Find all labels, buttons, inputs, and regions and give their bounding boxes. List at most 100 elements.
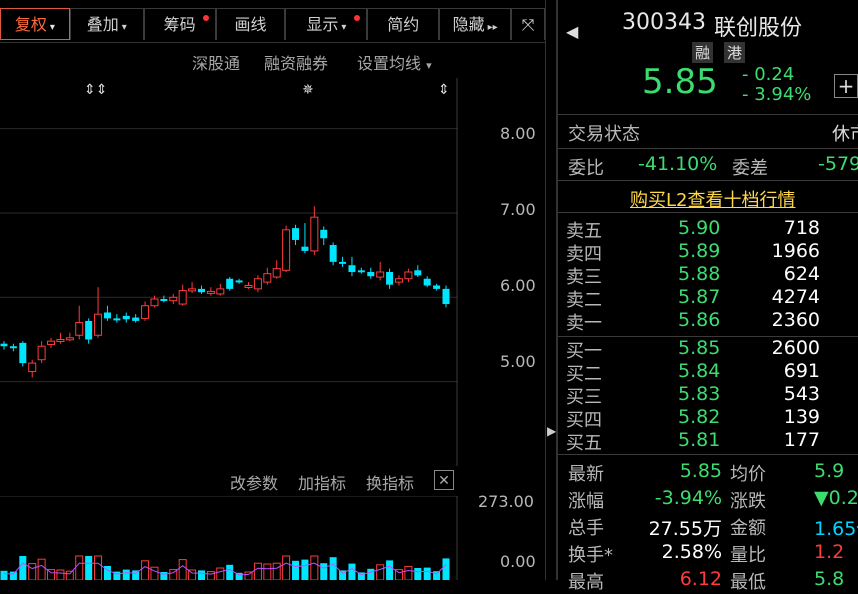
switch-indicator-link[interactable]: 换指标 xyxy=(366,470,414,494)
fullscreen-icon[interactable]: ⤧ xyxy=(511,8,546,40)
collapse-panel-icon[interactable]: ▶ xyxy=(547,424,556,438)
orderbook-row[interactable]: 买四 5.82 139 xyxy=(566,406,858,431)
candle[interactable] xyxy=(394,275,403,286)
orderbook-price: 5.88 xyxy=(678,263,721,285)
candle[interactable] xyxy=(442,285,450,308)
stat-value: 5.85 xyxy=(679,460,722,482)
candle[interactable] xyxy=(301,223,309,254)
orderbook-row[interactable]: 卖二 5.87 4274 xyxy=(566,286,858,311)
candle-body xyxy=(65,337,74,341)
candle-body xyxy=(197,288,205,293)
candle[interactable] xyxy=(56,332,65,344)
candle[interactable] xyxy=(103,305,111,321)
candle-body xyxy=(113,318,121,321)
candle[interactable] xyxy=(65,332,74,342)
candle[interactable] xyxy=(244,282,253,289)
candle[interactable] xyxy=(188,282,197,294)
candle[interactable] xyxy=(37,341,46,364)
candle[interactable] xyxy=(235,278,243,284)
candle[interactable] xyxy=(367,267,375,279)
candle[interactable] xyxy=(404,268,413,283)
volume-chart[interactable] xyxy=(0,496,458,580)
candle[interactable] xyxy=(19,341,27,367)
overlay-button[interactable]: 叠加 ▾ xyxy=(69,8,144,40)
candle[interactable] xyxy=(414,265,422,278)
candle[interactable] xyxy=(282,225,291,272)
add-indicator-link[interactable]: 加指标 xyxy=(298,470,346,494)
hide-button[interactable]: 隐藏 ▸▸ xyxy=(439,8,512,40)
candle[interactable] xyxy=(169,293,178,305)
candle[interactable] xyxy=(357,267,365,274)
back-arrow-icon[interactable]: ◀ xyxy=(566,22,578,41)
candle[interactable] xyxy=(85,318,93,344)
orderbook-row[interactable]: 卖一 5.86 2360 xyxy=(566,309,858,334)
candle[interactable] xyxy=(386,268,394,289)
candle[interactable] xyxy=(113,314,121,323)
candle[interactable] xyxy=(348,256,356,277)
candle[interactable] xyxy=(423,276,431,288)
display-button[interactable]: 显示 ▾ xyxy=(285,8,368,40)
draw-line-button[interactable]: 画线 xyxy=(215,8,286,40)
close-icon[interactable]: ✕ xyxy=(434,470,454,490)
candle[interactable] xyxy=(272,260,281,279)
candle[interactable] xyxy=(206,287,215,296)
add-watchlist-button[interactable]: + xyxy=(834,74,858,98)
candle[interactable] xyxy=(197,285,205,294)
orderbook-row[interactable]: 卖五 5.90 718 xyxy=(566,217,858,242)
adjust-button[interactable]: 复权 ▾ xyxy=(0,8,70,40)
volume-bar xyxy=(404,565,413,580)
stat-label: 涨幅 xyxy=(568,491,604,512)
panel-divider[interactable] xyxy=(545,0,546,580)
candle[interactable] xyxy=(47,337,56,348)
candle[interactable] xyxy=(320,226,328,246)
candle[interactable] xyxy=(216,283,225,296)
event-marker-icon[interactable]: ✵ xyxy=(302,82,314,98)
candle[interactable] xyxy=(339,256,347,267)
edit-params-link[interactable]: 改参数 xyxy=(230,470,278,494)
set-ma-link[interactable]: 设置均线 ▾ xyxy=(357,50,432,74)
shenzhen-connect-link[interactable]: 深股通 xyxy=(192,50,240,74)
orderbook-row[interactable]: 买三 5.83 543 xyxy=(566,383,858,408)
candle[interactable] xyxy=(226,277,234,291)
candle[interactable] xyxy=(376,261,385,281)
chips-button[interactable]: 筹码 xyxy=(143,8,216,40)
orderbook-row[interactable]: 卖四 5.89 1966 xyxy=(566,240,858,265)
candle[interactable] xyxy=(75,305,84,340)
volume-bar xyxy=(433,571,441,580)
candle[interactable] xyxy=(433,283,441,291)
buy-l2-link[interactable]: 购买L2查看十档行情 xyxy=(630,186,795,212)
orderbook-row[interactable]: 买一 5.85 2600 xyxy=(566,337,858,362)
chart-toolbar: 复权 ▾ 叠加 ▾ 筹码 画线 显示 ▾ 简约 隐藏 ▸▸ ⤧ xyxy=(0,8,546,43)
candle-body xyxy=(56,338,65,342)
orderbook-row[interactable]: 卖三 5.88 624 xyxy=(566,263,858,288)
candle[interactable] xyxy=(94,287,103,338)
candle[interactable] xyxy=(9,343,17,352)
candle[interactable] xyxy=(122,312,130,323)
margin-trading-link[interactable]: 融资融券 xyxy=(264,50,328,74)
candle[interactable] xyxy=(253,275,262,293)
candle[interactable] xyxy=(28,359,37,378)
candle[interactable] xyxy=(292,224,300,246)
event-marker-icon[interactable]: ⇕⇕ xyxy=(84,82,107,98)
event-marker-icon[interactable]: ⇕ xyxy=(438,82,450,98)
volume-bar xyxy=(216,567,225,580)
candle[interactable] xyxy=(263,267,272,285)
candle[interactable] xyxy=(160,295,168,303)
notification-dot-icon xyxy=(202,15,209,21)
orderbook-row[interactable]: 买五 5.81 177 xyxy=(566,429,858,454)
orderbook-price: 5.87 xyxy=(678,286,721,308)
candle[interactable] xyxy=(132,314,140,323)
candle[interactable] xyxy=(310,206,319,256)
kline-chart[interactable] xyxy=(0,78,458,466)
orderbook-vol: 624 xyxy=(783,263,820,285)
stock-code: 300343 xyxy=(622,10,706,35)
orderbook-price: 5.83 xyxy=(678,383,721,405)
simple-button[interactable]: 简约 xyxy=(367,8,440,40)
orderbook-row[interactable]: 买二 5.84 691 xyxy=(566,360,858,385)
volume-y-tick: 273.00 xyxy=(478,492,534,511)
candle[interactable] xyxy=(178,284,187,306)
candle[interactable] xyxy=(329,242,337,266)
candle[interactable] xyxy=(141,301,150,321)
stat-value: 2.58% xyxy=(661,541,722,563)
candle[interactable] xyxy=(0,341,8,350)
